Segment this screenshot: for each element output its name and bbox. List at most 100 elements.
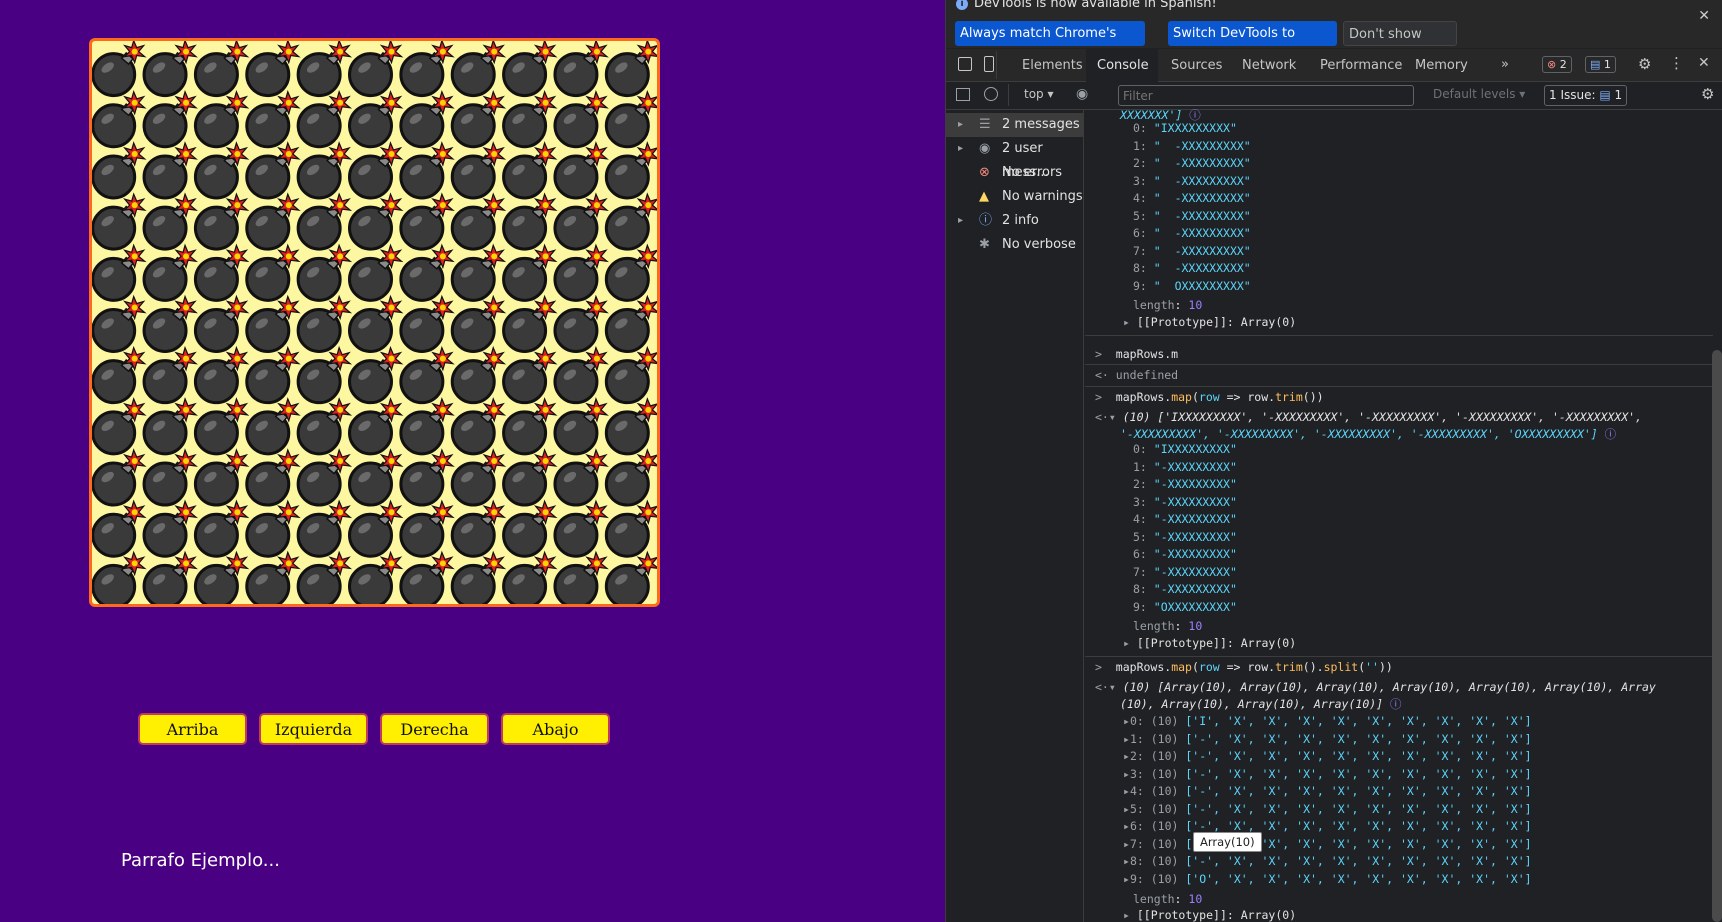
bomb-icon	[348, 345, 404, 405]
nested-array-row[interactable]: ▸5: (10) ['-', 'X', 'X', 'X', 'X', 'X', …	[1123, 802, 1532, 816]
inspect-icon[interactable]	[958, 57, 972, 71]
warning-icon: ▲	[979, 189, 989, 204]
bomb-icon	[296, 499, 353, 558]
tab-console[interactable]: Console	[1086, 49, 1158, 82]
nested-array-row[interactable]: ▸2: (10) ['-', 'X', 'X', 'X', 'X', 'X', …	[1123, 749, 1532, 763]
array-item: 6: " -XXXXXXXXX"	[1133, 226, 1251, 240]
sidebar-item-label: No errors	[1002, 165, 1063, 180]
nested-array-row[interactable]: ▸1: (10) ['-', 'X', 'X', 'X', 'X', 'X', …	[1123, 732, 1532, 746]
bomb-icon	[399, 294, 455, 353]
bomb-icon	[245, 192, 301, 251]
devtools-panel: i DevTools is now available in Spanish! …	[945, 0, 1722, 922]
array-item: 5: " -XXXXXXXXX"	[1133, 208, 1251, 223]
nested-array-row[interactable]: ▸0: (10) ['I', 'X', 'X', 'X', 'X', 'X', …	[1123, 714, 1532, 728]
bomb-icon	[502, 41, 558, 98]
issues-label: 1 Issue:	[1549, 88, 1596, 102]
bomb-icon	[604, 550, 657, 604]
error-badge[interactable]: ⊗ 2	[1542, 56, 1572, 73]
prototype-line[interactable]: ▸ [[Prototype]]: Array(0)	[1123, 315, 1296, 329]
kebab-menu-icon[interactable]: ⋮	[1669, 54, 1684, 72]
bomb-icon	[450, 89, 507, 149]
nested-array-row[interactable]: ▸8: (10) ['-', 'X', 'X', 'X', 'X', 'X', …	[1123, 854, 1532, 868]
console-output: XXXXXXX'] ⓘ 0: "IXXXXXXXXX" 1: " -XXXXXXXX…	[1085, 108, 1713, 922]
bomb-icon	[399, 192, 455, 251]
bomb-icon	[450, 345, 507, 405]
eye-icon[interactable]: ◉	[1076, 86, 1088, 102]
close-icon[interactable]: ✕	[1698, 8, 1710, 24]
tab-performance[interactable]: Performance	[1310, 49, 1402, 82]
bomb-icon	[142, 397, 199, 456]
message-badge[interactable]: ▤ 1	[1585, 56, 1616, 73]
sidebar-item-label: 2 info	[1002, 213, 1039, 228]
nested-array-row[interactable]: ▸7: (10) ['-', 'X', 'X', 'X', 'X', 'X', …	[1123, 837, 1532, 851]
array-item: 2: " -XXXXXXXXX"	[1133, 156, 1251, 170]
sidebar-item[interactable]: ▲ No warnings	[946, 185, 1084, 209]
sidebar-item[interactable]: ▸ ⓘ 2 info	[946, 209, 1084, 233]
expand-arrow-icon[interactable]: ▸	[958, 209, 963, 233]
down-button[interactable]: Abajo	[501, 713, 610, 745]
bomb-icon	[553, 89, 609, 149]
issue-icon: ▤	[1599, 88, 1611, 102]
array-item: 0: "IXXXXXXXXX"	[1133, 442, 1237, 456]
settings-icon[interactable]: ⚙	[1638, 55, 1651, 73]
nested-array-row[interactable]: ▸3: (10) ['-', 'X', 'X', 'X', 'X', 'X', …	[1123, 767, 1532, 781]
more-tabs-icon[interactable]: »	[1501, 57, 1509, 72]
filter-input[interactable]	[1118, 85, 1414, 106]
bomb-icon	[502, 550, 558, 604]
tab-memory[interactable]: Memory	[1405, 49, 1475, 82]
bomb-icon	[502, 448, 558, 507]
nested-array-row[interactable]: ▸9: (10) ['O', 'X', 'X', 'X', 'X', 'X', …	[1123, 872, 1532, 886]
bomb-icon	[553, 294, 609, 353]
bomb-icon	[296, 397, 353, 456]
levels-dropdown[interactable]: Default levels ▾	[1433, 87, 1525, 101]
console-settings-icon[interactable]: ⚙	[1701, 85, 1714, 103]
bomb-icon	[502, 499, 558, 558]
left-button[interactable]: Izquierda	[259, 713, 368, 745]
bomb-icon	[193, 41, 250, 98]
array-item: 7: "-XXXXXXXXX"	[1133, 564, 1237, 579]
sidebar-item[interactable]: ⊗ No errors	[946, 161, 1084, 185]
bomb-icon	[502, 294, 558, 353]
bomb-icon	[296, 550, 353, 604]
nested-array-row[interactable]: ▸4: (10) ['-', 'X', 'X', 'X', 'X', 'X', …	[1123, 784, 1532, 798]
issues-button[interactable]: 1 Issue: ▤ 1	[1544, 85, 1628, 106]
prototype-line[interactable]: ▸ [[Prototype]]: Array(0)	[1123, 636, 1296, 650]
nested-array-row[interactable]: ▸6: (10) ['-', 'X', 'X', 'X', 'X', 'X', …	[1123, 819, 1532, 833]
scrollbar[interactable]	[1712, 350, 1722, 922]
console-divider	[1085, 386, 1713, 387]
array-item: 8: " -XXXXXXXXX"	[1133, 261, 1251, 275]
bomb-icon	[348, 397, 404, 456]
tab-elements[interactable]: Elements	[1012, 49, 1086, 82]
tab-network[interactable]: Network	[1232, 49, 1305, 82]
bomb-icon	[348, 41, 404, 98]
bomb-icon	[502, 89, 558, 149]
bomb-icon	[92, 499, 147, 558]
device-icon[interactable]	[984, 56, 994, 72]
expand-arrow-icon[interactable]: ▸	[958, 137, 963, 161]
console-result[interactable]: <·▾ (10) [Array(10), Array(10), Array(10…	[1095, 680, 1656, 694]
console-result[interactable]: <·▾ (10) ['IXXXXXXXXX', '-XXXXXXXXX', '-…	[1095, 410, 1642, 424]
bomb-icon	[92, 550, 147, 604]
array-item: 1: " -XXXXXXXXX"	[1133, 138, 1251, 153]
up-button[interactable]: Arriba	[138, 713, 247, 745]
bomb-icon	[142, 345, 199, 405]
sidebar-toggle-icon[interactable]	[956, 88, 970, 101]
match-language-button[interactable]: Always match Chrome's language	[955, 21, 1145, 66]
close-devtools-icon[interactable]: ✕	[1698, 55, 1710, 71]
bomb-icon	[193, 141, 250, 200]
array-item: 3: "-XXXXXXXXX"	[1133, 494, 1237, 509]
sidebar-item[interactable]: ▸ ◉ 2 user mess...	[946, 137, 1084, 180]
bomb-icon	[92, 448, 147, 507]
clear-console-icon[interactable]	[984, 87, 998, 101]
sidebar-item[interactable]: ✱ No verbose	[946, 233, 1084, 257]
right-button[interactable]: Derecha	[380, 713, 489, 745]
bomb-icon	[296, 345, 353, 405]
context-selector[interactable]: top ▾	[1024, 87, 1054, 101]
dont-show-button[interactable]: Don't show again	[1343, 21, 1457, 67]
switch-spanish-button[interactable]: Switch DevTools to Spanish	[1168, 21, 1337, 66]
prototype-line[interactable]: ▸ [[Prototype]]: Array(0)	[1123, 908, 1296, 922]
tab-sources[interactable]: Sources	[1161, 49, 1231, 82]
expand-arrow-icon[interactable]: ▸	[958, 113, 963, 137]
sidebar-item[interactable]: ▸ ☰ 2 messages	[946, 113, 1084, 137]
console-divider	[1085, 335, 1713, 336]
